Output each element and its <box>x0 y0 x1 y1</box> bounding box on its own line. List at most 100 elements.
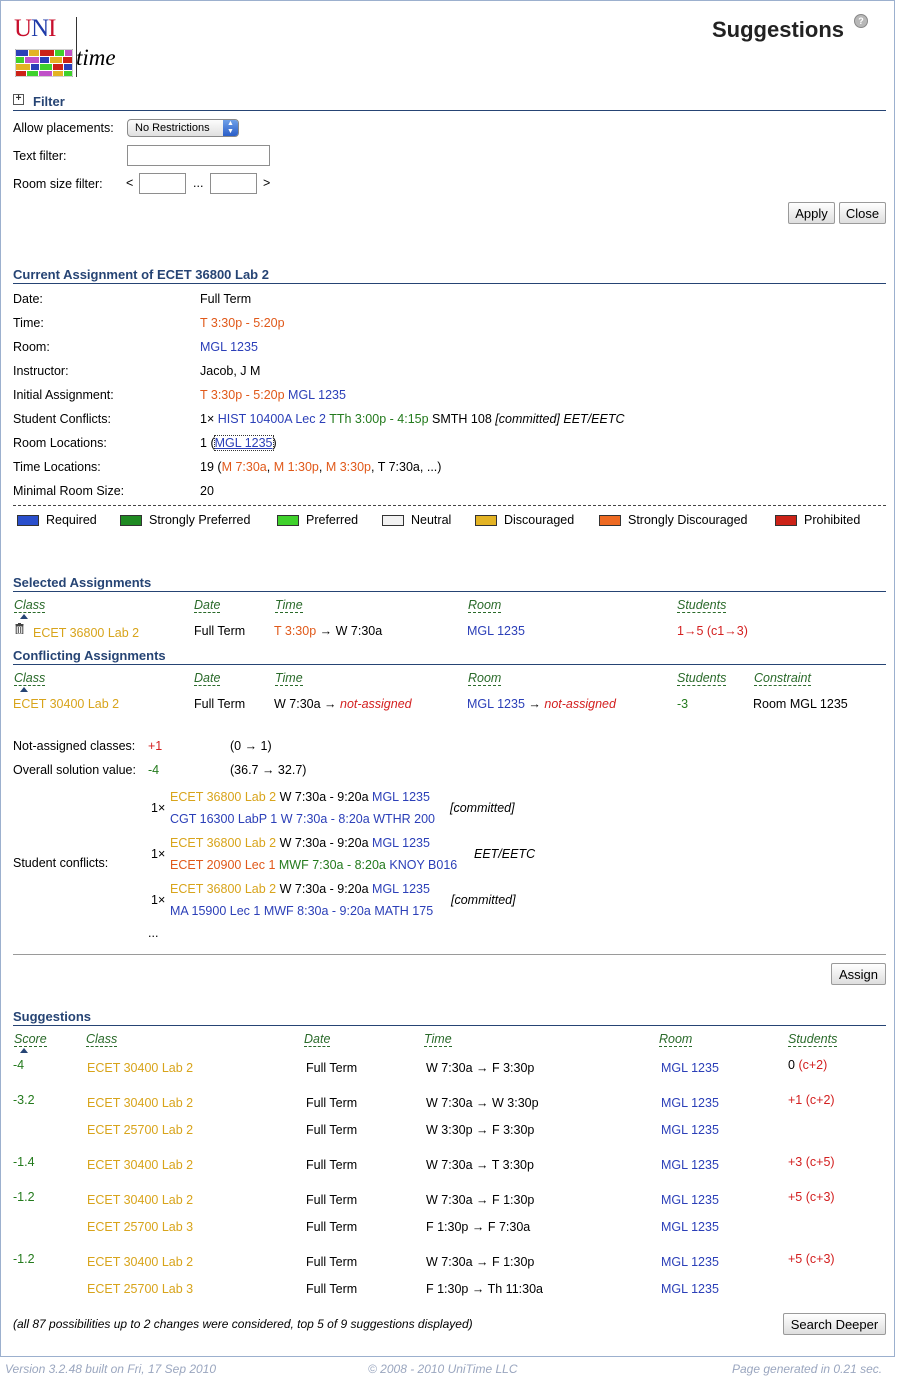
footer-version: Version 3.2.48 built on Fri, 17 Sep 2010 <box>5 1362 217 1376</box>
suggestion-date: Full Term <box>306 1220 358 1234</box>
initial-assignment-label: Initial Assignment: <box>13 388 114 402</box>
current-assignment-header: Current Assignment of ECET 36800 Lab 2 <box>13 267 269 282</box>
legend-label-discouraged: Discouraged <box>504 513 575 527</box>
col-date[interactable]: Date <box>194 598 221 613</box>
col-time[interactable]: Time <box>424 1032 452 1047</box>
room-locations-value: 1 (MGL 1235) <box>200 435 277 451</box>
suggestion-students: +1 (c+2) <box>788 1093 835 1107</box>
not-assigned-label: Not-assigned classes: <box>13 739 136 753</box>
col-room[interactable]: Room <box>468 671 502 686</box>
footer-generated: Page generated in 0.21 sec. <box>732 1362 883 1376</box>
suggestion-class[interactable]: ECET 30400 Lab 2 <box>87 1193 193 1207</box>
trash-icon[interactable] <box>15 623 24 634</box>
suggestion-class[interactable]: ECET 30400 Lab 2 <box>87 1096 193 1110</box>
date-value: Full Term <box>200 292 252 306</box>
time-value: T 3:30p - 5:20p <box>200 316 285 330</box>
room-locations-label: Room Locations: <box>13 436 107 450</box>
sort-ascending-icon <box>20 687 28 692</box>
col-room[interactable]: Room <box>468 598 502 613</box>
col-class[interactable]: Class <box>14 598 46 613</box>
suggestion-class[interactable]: ECET 30400 Lab 2 <box>87 1255 193 1269</box>
conflicting-class[interactable]: ECET 30400 Lab 2 <box>13 697 119 711</box>
suggestion-class[interactable]: ECET 25700 Lab 3 <box>87 1220 193 1234</box>
conflict-note: EET/EETC <box>474 847 536 861</box>
text-filter-input[interactable] <box>127 145 270 166</box>
col-class[interactable]: Class <box>14 671 46 686</box>
col-time[interactable]: Time <box>275 598 303 613</box>
time-locations-label: Time Locations: <box>13 460 101 474</box>
col-date[interactable]: Date <box>304 1032 331 1047</box>
size-lt-text: < <box>126 176 134 190</box>
legend-divider <box>13 505 886 506</box>
suggestion-class[interactable]: ECET 25700 Lab 3 <box>87 1282 193 1296</box>
suggestions-divider <box>13 1025 886 1026</box>
time-locations-value: 19 (M 7:30a, M 1:30p, M 3:30p, T 7:30a, … <box>200 460 442 474</box>
legend-swatch-prohibited <box>775 515 797 526</box>
suggestion-class[interactable]: ECET 25700 Lab 2 <box>87 1123 193 1137</box>
col-room[interactable]: Room <box>659 1032 693 1047</box>
suggestion-students: +3 (c+5) <box>788 1155 835 1169</box>
col-students[interactable]: Students <box>677 671 727 686</box>
initial-assignment-value: T 3:30p - 5:20p MGL 1235 <box>200 388 346 402</box>
selected-time: T 3:30p → W 7:30a <box>274 624 383 638</box>
col-class[interactable]: Class <box>86 1032 118 1047</box>
footer-copyright: © 2008 - 2010 UniTime LLC <box>368 1362 518 1376</box>
suggestion-time: W 7:30a → F 1:30p <box>426 1193 535 1207</box>
logo-grid-icon <box>15 49 73 77</box>
col-constraint[interactable]: Constraint <box>754 671 811 686</box>
unitime-logo: UNI time <box>14 15 124 77</box>
conflict-count: 1× <box>151 847 166 861</box>
col-date[interactable]: Date <box>194 671 221 686</box>
apply-button[interactable]: Apply <box>788 202 835 224</box>
legend-label-required: Required <box>46 513 97 527</box>
suggestion-time: F 1:30p → Th 11:30a <box>426 1282 543 1296</box>
sort-ascending-icon <box>20 1048 28 1053</box>
suggestion-date: Full Term <box>306 1255 358 1269</box>
conflict-line: ECET 36800 Lab 2 W 7:30a - 9:20a MGL 123… <box>170 882 430 896</box>
suggestion-date: Full Term <box>306 1096 358 1110</box>
help-icon[interactable]: ? <box>854 14 868 28</box>
conflicting-date: Full Term <box>194 697 246 711</box>
suggestion-students: +5 (c+3) <box>788 1190 835 1204</box>
suggestion-time: W 7:30a → T 3:30p <box>426 1158 534 1172</box>
page-frame: UNI time Suggestions ? + Filter Allow pl… <box>0 0 895 1357</box>
more-conflicts-link[interactable]: ... <box>148 926 158 940</box>
page-title: Suggestions <box>712 17 845 42</box>
suggestion-class[interactable]: ECET 30400 Lab 2 <box>87 1158 193 1172</box>
instructor-value: Jacob, J M <box>200 364 261 378</box>
legend-label-strongly-preferred: Strongly Preferred <box>149 513 251 527</box>
overall-solution-detail: (36.7 → 32.7) <box>230 763 307 777</box>
suggestion-class[interactable]: ECET 30400 Lab 2 <box>87 1061 193 1075</box>
allow-placements-select[interactable]: No Restrictions ▲ ▼ <box>127 119 239 137</box>
suggestion-score: -1.2 <box>13 1190 35 1204</box>
col-students[interactable]: Students <box>788 1032 838 1047</box>
logo-time-text: time <box>76 45 116 70</box>
legend-label-neutral: Neutral <box>411 513 452 527</box>
col-time[interactable]: Time <box>275 671 303 686</box>
selected-class[interactable]: ECET 36800 Lab 2 <box>33 626 139 640</box>
col-score[interactable]: Score <box>14 1032 47 1047</box>
legend-swatch-discouraged <box>475 515 497 526</box>
room-location-link[interactable]: MGL 1235 <box>213 435 274 451</box>
suggestion-room: MGL 1235 <box>661 1096 719 1110</box>
expand-filter-icon[interactable]: + <box>13 94 24 105</box>
suggestion-time: F 1:30p → F 7:30a <box>426 1220 531 1234</box>
selected-assignments-divider <box>13 591 886 592</box>
room-size-max-input[interactable] <box>210 173 257 194</box>
close-button[interactable]: Close <box>839 202 886 224</box>
col-students[interactable]: Students <box>677 598 727 613</box>
legend-swatch-neutral <box>382 515 404 526</box>
select-arrows-icon: ▲ ▼ <box>223 120 238 136</box>
time-label: Time: <box>13 316 44 330</box>
date-label: Date: <box>13 292 43 306</box>
conflict-line: ECET 36800 Lab 2 W 7:30a - 9:20a MGL 123… <box>170 790 430 804</box>
search-deeper-button[interactable]: Search Deeper <box>783 1313 886 1335</box>
logo-uni-text: UNI <box>14 15 57 42</box>
suggestion-time: W 7:30a → W 3:30p <box>426 1096 539 1110</box>
filter-header[interactable]: Filter <box>33 94 65 109</box>
legend-swatch-strongly-preferred <box>120 515 142 526</box>
room-size-min-input[interactable] <box>139 173 186 194</box>
suggestion-score: -4 <box>13 1058 25 1072</box>
not-assigned-delta: +1 <box>148 739 163 753</box>
assign-button[interactable]: Assign <box>831 963 886 985</box>
